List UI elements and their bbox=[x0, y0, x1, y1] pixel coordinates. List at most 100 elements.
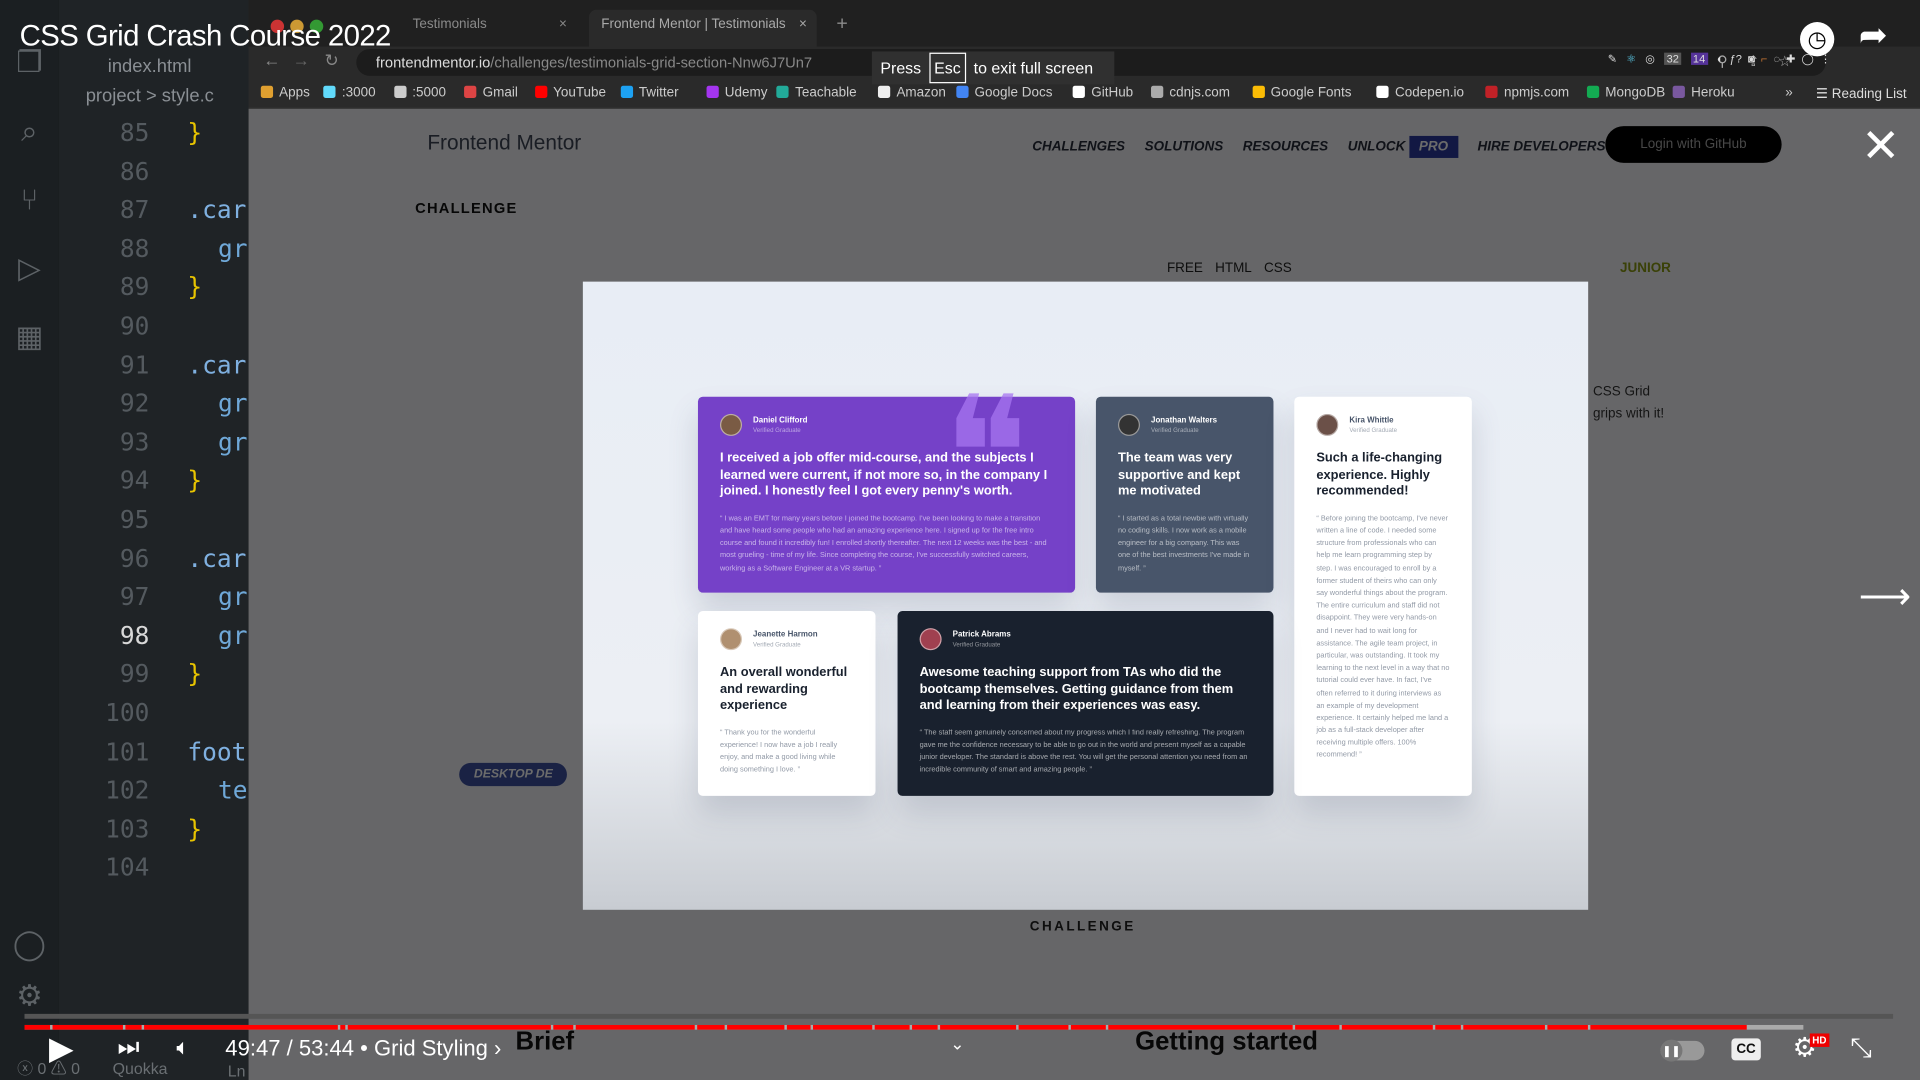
new-tab-button[interactable]: + bbox=[824, 6, 860, 43]
share-arrow-icon[interactable]: ➦ bbox=[1859, 17, 1888, 54]
line-status[interactable]: Ln bbox=[228, 1063, 246, 1079]
quokka-status[interactable]: Quokka bbox=[113, 1060, 168, 1077]
played-chapter-segment[interactable] bbox=[813, 1024, 873, 1030]
extension-icon[interactable]: ◎ bbox=[1645, 53, 1655, 65]
login-github-button[interactable]: Login with GitHub bbox=[1605, 126, 1782, 163]
bookmark-item[interactable]: Heroku bbox=[1672, 85, 1735, 100]
bookmark-item[interactable]: YouTube bbox=[534, 85, 606, 100]
played-chapter-segment[interactable] bbox=[347, 1024, 551, 1030]
played-chapter-segment[interactable] bbox=[1547, 1024, 1588, 1030]
played-chapter-segment[interactable] bbox=[144, 1024, 338, 1030]
extension-icon[interactable]: ⌐ bbox=[1761, 53, 1767, 65]
bookmark-icon bbox=[1485, 85, 1498, 98]
extension-icon[interactable]: ƒ? bbox=[1730, 53, 1742, 65]
run-debug-icon[interactable]: ▷ bbox=[12, 252, 46, 286]
breadcrumb-file[interactable]: style.c bbox=[162, 86, 214, 107]
played-chapter-segment[interactable] bbox=[940, 1024, 1017, 1030]
warning-count[interactable]: 0 bbox=[71, 1059, 80, 1077]
played-chapter-segment[interactable] bbox=[1341, 1024, 1433, 1030]
video-title[interactable]: CSS Grid Crash Course 2022 bbox=[20, 20, 392, 54]
bookmark-label: Amazon bbox=[896, 85, 946, 101]
bookmark-item[interactable]: GitHub bbox=[1072, 85, 1133, 100]
error-count[interactable]: 0 bbox=[38, 1059, 47, 1077]
played-chapter-segment[interactable] bbox=[24, 1024, 51, 1030]
bookmark-label: :5000 bbox=[412, 85, 446, 101]
bookmark-label: Udemy bbox=[724, 85, 768, 101]
extension-badge[interactable]: 14 bbox=[1690, 52, 1708, 65]
played-chapter-segment[interactable] bbox=[874, 1024, 910, 1030]
bookmark-item[interactable]: :5000 bbox=[393, 85, 446, 101]
volume-button[interactable]: 🔈︎ bbox=[176, 1033, 189, 1060]
extension-icon[interactable]: ◌ bbox=[1773, 53, 1780, 65]
nav-challenges[interactable]: CHALLENGES bbox=[1032, 140, 1125, 155]
progress-bar[interactable] bbox=[24, 1013, 1894, 1030]
played-chapter-segment[interactable] bbox=[1435, 1024, 1461, 1030]
line-number: 85 bbox=[119, 117, 150, 147]
played-chapter-segment[interactable] bbox=[1295, 1024, 1340, 1030]
played-chapter-segment[interactable] bbox=[553, 1024, 574, 1030]
bookmark-item[interactable]: MongoDB bbox=[1586, 85, 1665, 100]
bookmark-item[interactable]: Teachable bbox=[776, 85, 857, 100]
played-chapter-segment[interactable] bbox=[52, 1024, 123, 1030]
played-chapter-segment[interactable] bbox=[1018, 1024, 1069, 1030]
autoplay-toggle[interactable]: ❚❚ bbox=[1660, 1039, 1705, 1062]
extensions-icon[interactable]: ▦ bbox=[12, 321, 46, 355]
close-lightbox-icon[interactable]: ✕ bbox=[1861, 122, 1900, 171]
browser-tab-active[interactable]: Frontend Mentor | Testimonials × bbox=[588, 9, 817, 47]
reading-list-icon: ☰ bbox=[1815, 86, 1829, 102]
watch-later-clock-icon[interactable]: ◷ bbox=[1800, 22, 1835, 57]
reading-list-button[interactable]: ☰ Reading List bbox=[1816, 86, 1907, 102]
more-bookmarks-icon[interactable]: » bbox=[1785, 86, 1793, 101]
search-icon[interactable]: ⌕ bbox=[12, 115, 46, 149]
played-chapter-segment[interactable] bbox=[340, 1024, 346, 1030]
bookmark-item[interactable]: Google Fonts bbox=[1252, 85, 1352, 100]
next-video-button[interactable]: ⏭ bbox=[118, 1033, 140, 1060]
close-tab-icon[interactable]: × bbox=[799, 17, 807, 32]
chapters-chevron-down-icon[interactable]: ⌄ bbox=[950, 1033, 964, 1054]
played-chapter-segment[interactable] bbox=[1463, 1024, 1545, 1030]
camera-icon[interactable]: ◙ bbox=[1748, 53, 1755, 65]
played-chapter-segment[interactable] bbox=[912, 1024, 938, 1030]
played-chapter-segment[interactable] bbox=[727, 1024, 785, 1030]
puzzle-icon[interactable]: ✚ bbox=[1786, 53, 1795, 65]
played-chapter-segment[interactable] bbox=[1590, 1024, 1747, 1030]
played-chapter-segment[interactable] bbox=[1070, 1024, 1106, 1030]
extension-badge[interactable]: 32 bbox=[1664, 52, 1682, 65]
close-tab-icon[interactable]: × bbox=[559, 17, 567, 32]
nav-hire[interactable]: HIRE DEVELOPERS bbox=[1477, 140, 1605, 155]
exit-fullscreen-icon[interactable]: ⤡ bbox=[1850, 1033, 1872, 1062]
bookmark-item[interactable]: Codepen.io bbox=[1376, 85, 1464, 100]
played-chapter-segment[interactable] bbox=[1108, 1024, 1293, 1030]
bookmark-item[interactable]: Amazon bbox=[878, 85, 946, 101]
nav-solutions[interactable]: SOLUTIONS bbox=[1145, 140, 1224, 155]
site-logo[interactable]: Frontend Mentor bbox=[427, 131, 581, 155]
bookmark-item[interactable]: Gmail bbox=[464, 85, 518, 100]
editor-tab[interactable]: index.html bbox=[108, 56, 192, 77]
bookmark-item[interactable]: cdnjs.com bbox=[1151, 85, 1230, 100]
played-chapter-segment[interactable] bbox=[575, 1024, 695, 1030]
captions-button[interactable]: CC bbox=[1731, 1038, 1761, 1061]
played-chapter-segment[interactable] bbox=[786, 1024, 811, 1030]
next-image-arrow-icon[interactable]: ⟶ bbox=[1859, 576, 1912, 619]
source-control-icon[interactable]: ⑂ bbox=[12, 184, 46, 218]
bookmark-item[interactable]: Google Docs bbox=[956, 85, 1052, 100]
extension-icon[interactable]: ◐ bbox=[1717, 53, 1724, 65]
account-icon[interactable]: ◯ bbox=[12, 928, 46, 962]
bookmark-item[interactable]: :3000 bbox=[323, 85, 376, 100]
react-devtools-icon[interactable]: ⚛ bbox=[1626, 53, 1636, 65]
testimonial-body: “ The staff seem genuinely concerned abo… bbox=[919, 729, 1248, 775]
extension-icon[interactable]: ✎ bbox=[1608, 53, 1617, 65]
played-chapter-segment[interactable] bbox=[125, 1024, 142, 1030]
settings-gear-icon[interactable]: ⚙ bbox=[12, 980, 46, 1014]
chapter-button[interactable]: • Grid Styling › bbox=[360, 1036, 501, 1060]
bookmark-item[interactable]: npmjs.com bbox=[1485, 85, 1569, 100]
bookmark-item[interactable]: Udemy bbox=[706, 85, 768, 101]
bookmark-item[interactable]: Twitter bbox=[620, 85, 679, 100]
nav-unlock[interactable]: UNLOCK PRO bbox=[1348, 135, 1458, 158]
played-chapter-segment[interactable] bbox=[697, 1024, 725, 1030]
desktop-design-button[interactable]: DESKTOP DE bbox=[459, 762, 568, 787]
breadcrumb[interactable]: project > style.c bbox=[86, 86, 214, 107]
nav-resources[interactable]: RESOURCES bbox=[1243, 140, 1328, 155]
breadcrumb-folder[interactable]: project bbox=[86, 86, 141, 107]
bookmark-item[interactable]: Apps bbox=[260, 85, 310, 100]
